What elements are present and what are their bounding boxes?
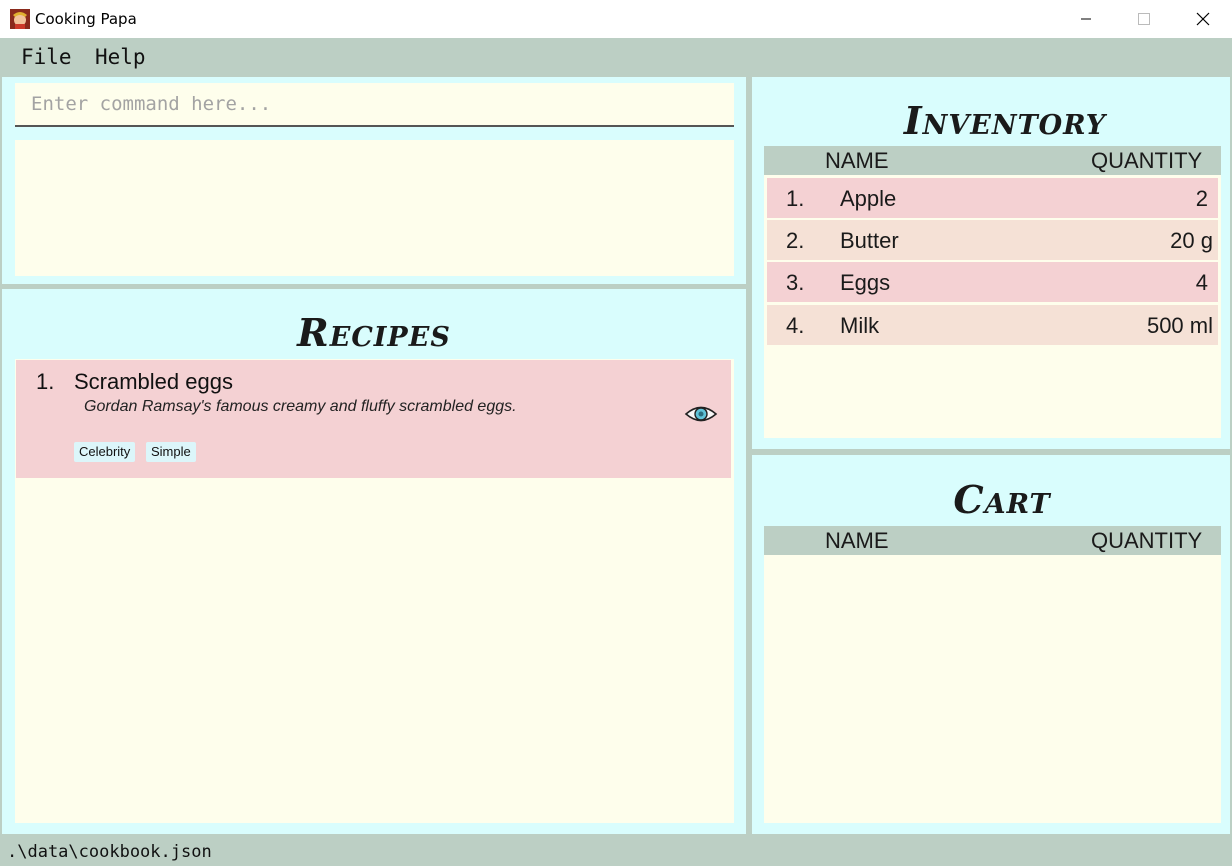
cart-heading: Cart bbox=[953, 477, 1051, 522]
maximize-button[interactable] bbox=[1115, 0, 1173, 38]
recipe-name: Scrambled eggs bbox=[74, 369, 233, 394]
file-path: .\data\cookbook.json bbox=[7, 842, 212, 862]
command-input[interactable] bbox=[15, 83, 734, 125]
result-display bbox=[15, 140, 734, 276]
inventory-table-header: NAME QUANTITY bbox=[764, 146, 1221, 175]
table-row[interactable]: 4. Milk 500 ml bbox=[767, 305, 1218, 345]
table-row[interactable]: 2. Butter 20 g bbox=[767, 220, 1218, 260]
chef-avatar-icon bbox=[10, 9, 30, 29]
table-row[interactable]: 1. Apple 2 bbox=[767, 178, 1218, 218]
menu-bar: File Help bbox=[0, 38, 1232, 76]
row-index: 3. bbox=[786, 270, 805, 295]
recipe-card[interactable]: 1. Scrambled eggs Gordan Ramsay's famous… bbox=[16, 360, 731, 478]
recipe-description: Gordan Ramsay's famous creamy and fluffy… bbox=[84, 398, 517, 415]
title-bar: Cooking Papa bbox=[0, 0, 1232, 38]
status-bar: .\data\cookbook.json bbox=[0, 836, 1232, 866]
menu-help[interactable]: Help bbox=[95, 45, 146, 69]
row-name: Butter bbox=[840, 228, 899, 253]
column-header-name: NAME bbox=[825, 148, 889, 173]
command-box bbox=[15, 83, 734, 127]
row-quantity: 4 bbox=[1195, 270, 1208, 295]
row-quantity: 2 bbox=[1195, 186, 1208, 211]
minimize-button[interactable] bbox=[1057, 0, 1115, 38]
table-row[interactable]: 3. Eggs 4 bbox=[767, 262, 1218, 302]
row-name: Eggs bbox=[840, 270, 891, 295]
maximize-icon bbox=[1138, 13, 1150, 25]
recipe-tag: Celebrity bbox=[74, 442, 136, 462]
row-index: 1. bbox=[786, 186, 805, 211]
recipes-heading: Recipes bbox=[297, 310, 451, 355]
close-button[interactable] bbox=[1174, 0, 1232, 38]
menu-file[interactable]: File bbox=[21, 45, 72, 69]
eye-icon[interactable] bbox=[684, 400, 718, 428]
inventory-heading: Inventory bbox=[903, 98, 1107, 143]
window-title: Cooking Papa bbox=[35, 10, 137, 28]
minimize-icon bbox=[1081, 18, 1091, 20]
cart-table[interactable] bbox=[764, 526, 1221, 823]
row-index: 4. bbox=[786, 313, 805, 338]
row-name: Apple bbox=[840, 186, 897, 211]
column-header-name: NAME bbox=[825, 528, 889, 553]
recipe-index: 1. bbox=[36, 369, 55, 394]
column-header-quantity: QUANTITY bbox=[1091, 148, 1203, 173]
row-quantity: 500 ml bbox=[1146, 313, 1213, 338]
close-icon bbox=[1196, 12, 1210, 26]
column-header-quantity: QUANTITY bbox=[1091, 528, 1203, 553]
recipe-tag: Simple bbox=[146, 442, 196, 462]
row-quantity: 20 g bbox=[1170, 228, 1213, 253]
row-name: Milk bbox=[840, 313, 880, 338]
row-index: 2. bbox=[786, 228, 805, 253]
cart-table-header: NAME QUANTITY bbox=[764, 526, 1221, 555]
